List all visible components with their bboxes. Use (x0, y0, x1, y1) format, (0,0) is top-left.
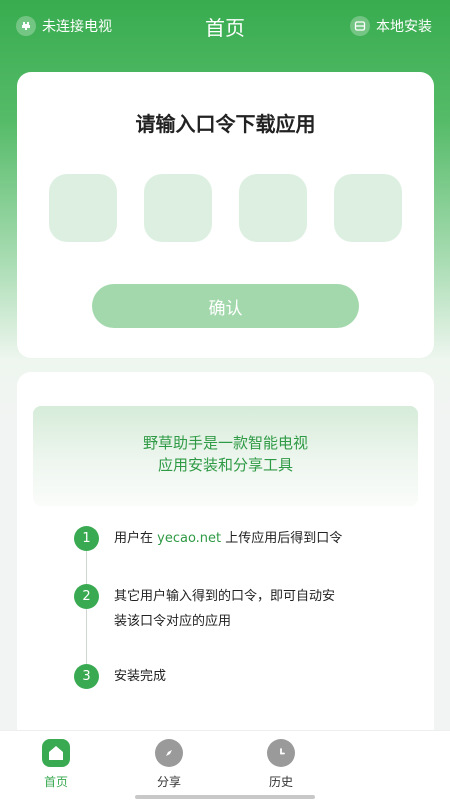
local-install-button[interactable]: 本地安装 (350, 16, 432, 36)
home-indicator (135, 795, 315, 799)
code-input-4[interactable] (334, 174, 402, 242)
step-number-badge: 2 (74, 584, 99, 609)
tv-status-label: 未连接电视 (42, 19, 112, 35)
tab-home[interactable]: 首页 (21, 739, 91, 795)
step-number-badge: 3 (74, 664, 99, 689)
step-text-line: 装该口令对应的应用 (114, 614, 232, 629)
step-number-badge: 1 (74, 526, 99, 551)
header: 未连接电视 首页 本地安装 (0, 0, 450, 52)
confirm-button[interactable]: 确认 (92, 284, 359, 328)
step-1: 1 用户在 yecao.net 上传应用后得到口令 (74, 526, 376, 551)
clock-icon (267, 739, 295, 767)
step-text-part: 用户在 (114, 531, 158, 546)
code-input-1[interactable] (49, 174, 117, 242)
step-text: 安装完成 (114, 669, 167, 684)
code-input-row (49, 174, 404, 242)
step-text-part: 上传应用后得到口令 (221, 531, 343, 546)
yecao-link[interactable]: yecao.net (157, 531, 221, 546)
steps-list: 1 用户在 yecao.net 上传应用后得到口令 2 其它用户输入得到的口令，… (74, 524, 414, 724)
step-text: 用户在 yecao.net 上传应用后得到口令 (114, 526, 376, 551)
intro-banner: 野草助手是一款智能电视 应用安装和分享工具 (33, 406, 418, 506)
tab-share-label: 分享 (156, 775, 181, 789)
code-card-title: 请输入口令下载应用 (135, 112, 316, 136)
tv-connection-button[interactable]: 未连接电视 (16, 16, 112, 36)
storage-icon (350, 16, 370, 36)
tab-share[interactable]: 分享 (134, 739, 204, 795)
intro-line-2: 应用安装和分享工具 (157, 456, 293, 474)
step-text-line: 其它用户输入得到的口令，即可自动安 (114, 589, 336, 604)
step-2: 2 其它用户输入得到的口令，即可自动安 装该口令对应的应用 (74, 584, 376, 634)
tab-history-label: 历史 (268, 775, 293, 789)
local-install-label: 本地安装 (376, 19, 432, 35)
step-text: 其它用户输入得到的口令，即可自动安 装该口令对应的应用 (114, 584, 376, 634)
compass-icon (155, 739, 183, 767)
code-input-3[interactable] (239, 174, 307, 242)
tab-history[interactable]: 历史 (246, 739, 316, 795)
home-icon (42, 739, 70, 767)
code-input-2[interactable] (144, 174, 212, 242)
step-3: 3 安装完成 (74, 664, 376, 689)
tab-home-label: 首页 (43, 775, 68, 789)
info-card: 野草助手是一款智能电视 应用安装和分享工具 1 用户在 yecao.net 上传… (17, 372, 434, 732)
intro-line-1: 野草助手是一款智能电视 (142, 434, 308, 452)
bottom-tab-bar: 首页 分享 历史 (0, 730, 450, 800)
code-input-card: 请输入口令下载应用 确认 (17, 72, 434, 358)
plugin-icon (16, 16, 36, 36)
